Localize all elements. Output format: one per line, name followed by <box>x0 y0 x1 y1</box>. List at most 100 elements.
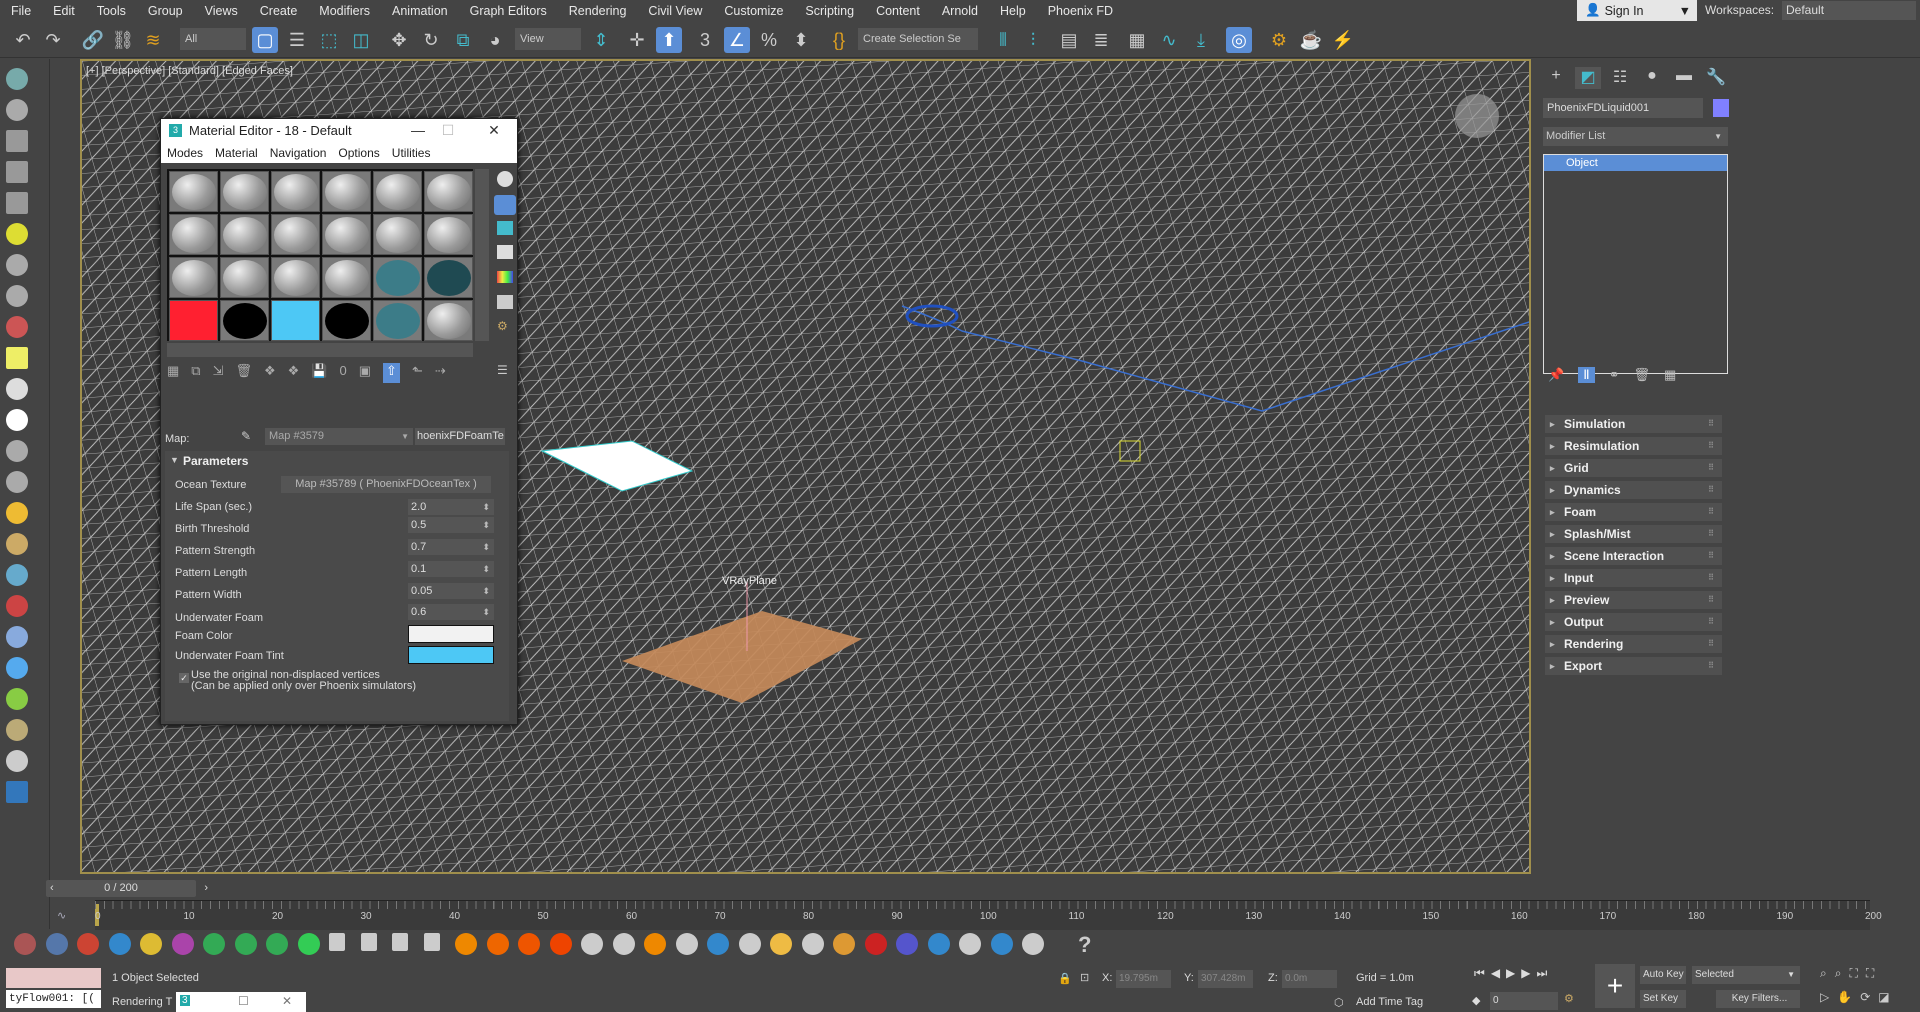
material-slot[interactable] <box>424 171 473 212</box>
maximize-button[interactable]: ☐ <box>433 119 463 142</box>
material-editor-titlebar[interactable]: 3 Material Editor - 18 - Default — ☐ ✕ <box>161 119 517 142</box>
next-frame-icon[interactable]: ▶ <box>1521 966 1530 986</box>
map-name-field[interactable]: Map #3579 ▼ <box>265 428 413 445</box>
phoenix-tool-icon[interactable] <box>833 933 855 955</box>
material-slot[interactable] <box>169 257 218 298</box>
phoenix-tool-icon[interactable] <box>171 933 194 955</box>
chevron-left-icon[interactable]: ‹ <box>50 880 54 897</box>
foam-tint-swatch[interactable] <box>408 646 494 664</box>
utilities-tab-icon[interactable]: 🔧 <box>1703 67 1729 89</box>
background-icon[interactable] <box>497 221 513 235</box>
placement-icon[interactable]: ◕ <box>482 27 508 53</box>
material-id-icon[interactable]: 0 <box>340 363 347 383</box>
drag-grip-icon[interactable]: ⠿ <box>1708 591 1714 609</box>
sample-uv-tiling-icon[interactable] <box>497 245 513 259</box>
material-slot[interactable] <box>271 214 320 255</box>
material-slot[interactable] <box>220 257 269 298</box>
tool-icon[interactable] <box>6 68 28 90</box>
menu-civil-view[interactable]: Civil View <box>637 4 713 18</box>
phoenix-tool-icon[interactable] <box>14 933 36 955</box>
menu-material[interactable]: Material <box>209 146 264 160</box>
scale-icon[interactable]: ⧉ <box>450 27 476 53</box>
current-frame-field[interactable]: 0 <box>1490 992 1558 1010</box>
go-to-start-icon[interactable]: ⏮ <box>1474 966 1485 986</box>
phoenix-tool-icon[interactable] <box>770 933 792 955</box>
phoenix-tool-icon[interactable] <box>707 933 729 955</box>
rollout-rendering[interactable]: Rendering ⠿ <box>1545 635 1722 653</box>
material-slot[interactable] <box>322 214 371 255</box>
menu-content[interactable]: Content <box>865 4 931 18</box>
y-coordinate-field[interactable]: 307.428m <box>1198 970 1253 988</box>
curve-editor-mini-icon[interactable]: ∿ <box>57 909 66 922</box>
phoenix-tool-icon[interactable] <box>612 933 635 955</box>
menu-options[interactable]: Options <box>332 146 385 160</box>
go-forward-icon[interactable]: ⇢ <box>435 363 446 383</box>
tool-icon[interactable] <box>6 254 28 276</box>
angle-snap-icon[interactable]: ∠ <box>724 27 750 53</box>
rollout-output[interactable]: Output ⠿ <box>1545 613 1722 631</box>
curve-editor-icon[interactable]: ∿ <box>1156 27 1182 53</box>
material-slot[interactable] <box>169 214 218 255</box>
material-slot[interactable] <box>424 214 473 255</box>
drag-grip-icon[interactable]: ⠿ <box>1708 547 1714 565</box>
material-slot[interactable] <box>169 171 218 212</box>
phoenix-tool-icon[interactable] <box>140 933 162 955</box>
pin-stack-icon[interactable]: 📌 <box>1548 367 1564 383</box>
menu-utilities[interactable]: Utilities <box>386 146 437 160</box>
rollout-export[interactable]: Export ⠿ <box>1545 657 1722 675</box>
hierarchy-tab-icon[interactable]: ☷ <box>1607 67 1633 89</box>
menu-rendering[interactable]: Rendering <box>558 4 638 18</box>
zoom-icon[interactable]: ⌕ <box>1820 966 1827 981</box>
tool-icon[interactable] <box>6 378 28 400</box>
tool-icon[interactable] <box>6 471 28 493</box>
time-slider[interactable]: ‹ 0 / 200 › <box>46 880 208 897</box>
show-end-result-icon[interactable]: Ⅱ <box>1578 367 1595 383</box>
close-button[interactable]: ✕ <box>479 119 509 142</box>
phoenix-tool-icon[interactable] <box>455 933 477 955</box>
tool-icon[interactable] <box>6 533 28 555</box>
modifier-list-dropdown[interactable]: Modifier List ▼ <box>1543 127 1728 146</box>
phoenix-tool-icon[interactable] <box>518 933 540 955</box>
transform-mode-icon[interactable]: ⊡ <box>1080 971 1089 984</box>
rollout-foam[interactable]: Foam ⠿ <box>1545 503 1722 521</box>
object-name-field[interactable]: PhoenixFDLiquid001 <box>1543 98 1703 118</box>
window-crossing-icon[interactable]: ◫ <box>348 27 374 53</box>
taskbar-preview[interactable]: 3 ☐ ✕ <box>176 992 306 1012</box>
close-button[interactable]: ✕ <box>282 994 292 1008</box>
drag-grip-icon[interactable]: ⠿ <box>1708 569 1714 587</box>
material-slot[interactable] <box>373 171 422 212</box>
drag-grip-icon[interactable]: ⠿ <box>1708 415 1714 433</box>
mirror-icon[interactable]: ⫴ <box>990 27 1016 53</box>
pattern-strength-spinner[interactable]: 0.7 <box>408 539 494 555</box>
video-color-check-icon[interactable] <box>497 271 513 283</box>
sign-in-button[interactable]: 👤 Sign In ▼ <box>1577 0 1697 21</box>
time-configuration-icon[interactable]: ⚙ <box>1564 992 1574 1005</box>
stack-item-object[interactable]: Object <box>1544 155 1727 171</box>
tool-icon[interactable] <box>6 719 28 741</box>
menu-views[interactable]: Views <box>194 4 249 18</box>
ocean-texture-button[interactable]: Map #35789 ( PhoenixFDOceanTex ) <box>281 476 491 493</box>
make-copy-icon[interactable]: ❖ <box>264 363 276 383</box>
tool-icon[interactable] <box>6 316 28 338</box>
menu-arnold[interactable]: Arnold <box>931 4 989 18</box>
z-coordinate-field[interactable]: 0.0m <box>1282 970 1337 988</box>
render-production-icon[interactable]: ⚡ <box>1330 27 1356 53</box>
material-slot[interactable] <box>271 300 320 341</box>
material-slot[interactable] <box>322 171 371 212</box>
unlink-icon[interactable]: ⛓ <box>110 27 136 53</box>
pattern-length-spinner[interactable]: 0.1 <box>408 561 494 577</box>
play-icon[interactable]: ▶ <box>1506 966 1515 986</box>
material-slot[interactable] <box>169 300 218 341</box>
slots-vertical-scrollbar[interactable] <box>475 169 489 341</box>
phoenix-tool-icon[interactable] <box>549 933 572 955</box>
object-color-swatch[interactable] <box>1713 99 1729 117</box>
drag-grip-icon[interactable]: ⠿ <box>1708 503 1714 521</box>
get-material-icon[interactable]: ▦ <box>167 363 179 383</box>
birth-threshold-spinner[interactable]: 0.5 <box>408 517 494 533</box>
phoenix-tool-icon[interactable] <box>360 933 377 951</box>
parameters-rollout-title[interactable]: Parameters <box>183 454 248 468</box>
assign-material-icon[interactable]: ⇲ <box>213 363 224 383</box>
layer-explorer-icon[interactable]: ≣ <box>1088 27 1114 53</box>
pivot-center-icon[interactable]: ⇕ <box>588 27 614 53</box>
make-unique-icon[interactable]: ⚭ <box>1609 367 1620 383</box>
